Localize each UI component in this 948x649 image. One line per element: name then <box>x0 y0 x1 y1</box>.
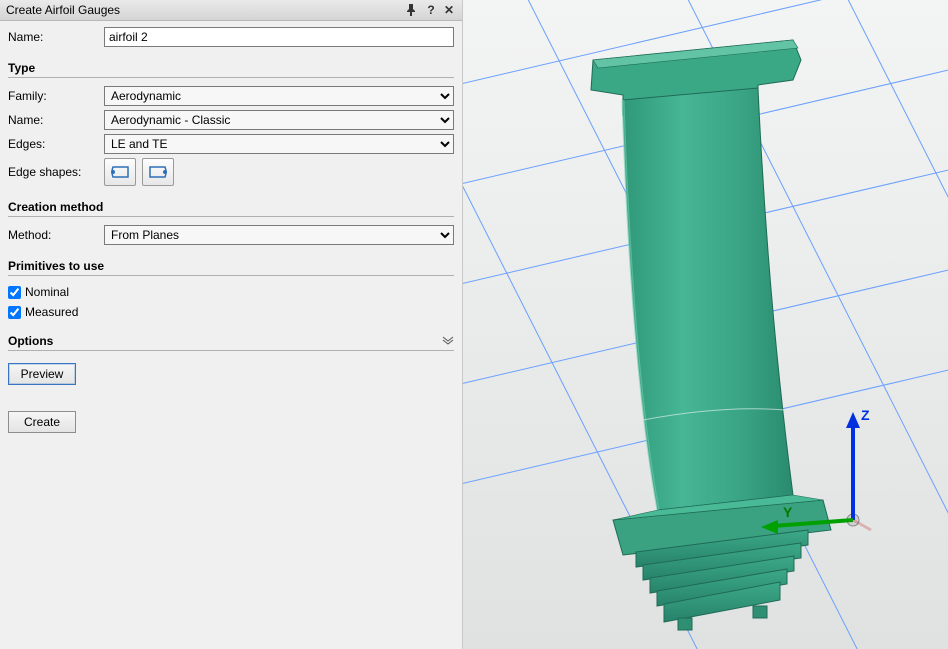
preview-row: Preview <box>8 359 454 389</box>
dialog-panel: Create Airfoil Gauges ? ✕ Name: Type <box>0 0 463 649</box>
method-label: Method: <box>8 228 98 242</box>
name-row: Name: <box>8 27 454 47</box>
primitives-heading: Primitives to use <box>8 259 454 273</box>
type-name-label: Name: <box>8 113 98 127</box>
name-label: Name: <box>8 30 98 44</box>
close-icon[interactable]: ✕ <box>442 3 456 17</box>
dialog-footer: Create Close <box>8 405 454 433</box>
edges-row: Edges: LE and TE <box>8 134 454 154</box>
method-select[interactable]: From Planes <box>104 225 454 245</box>
family-select[interactable]: Aerodynamic <box>104 86 454 106</box>
3d-viewport[interactable]: Z Y <box>463 0 948 649</box>
titlebar-icons: ? ✕ <box>406 3 456 17</box>
type-name-select[interactable]: Aerodynamic - Classic <box>104 110 454 130</box>
axis-y-label: Y <box>783 504 793 520</box>
edge-shapes-label: Edge shapes: <box>8 165 98 179</box>
nominal-row: Nominal <box>8 284 454 300</box>
dialog-titlebar[interactable]: Create Airfoil Gauges ? ✕ <box>0 0 462 21</box>
family-label: Family: <box>8 89 98 103</box>
app-root: Create Airfoil Gauges ? ✕ Name: Type <box>0 0 948 649</box>
type-name-row: Name: Aerodynamic - Classic <box>8 110 454 130</box>
axis-z-label: Z <box>861 407 870 423</box>
creation-section-head: Creation method <box>8 196 454 217</box>
pin-icon[interactable] <box>406 4 420 16</box>
edges-select[interactable]: LE and TE <box>104 134 454 154</box>
measured-label: Measured <box>25 305 78 319</box>
nominal-checkbox[interactable] <box>8 286 21 299</box>
options-section-head[interactable]: Options <box>8 330 454 351</box>
method-row: Method: From Planes <box>8 225 454 245</box>
dialog-content: Name: Type Family: Aerodynamic Name: <box>0 21 462 441</box>
name-input[interactable] <box>104 27 454 47</box>
primitives-section-head: Primitives to use <box>8 255 454 276</box>
help-icon[interactable]: ? <box>424 3 438 17</box>
dialog-title: Create Airfoil Gauges <box>6 3 406 17</box>
edge-shape-le-button[interactable] <box>104 158 136 186</box>
preview-button[interactable]: Preview <box>8 363 76 385</box>
edges-label: Edges: <box>8 137 98 151</box>
chevron-down-icon[interactable] <box>440 334 454 348</box>
create-button[interactable]: Create <box>8 411 76 433</box>
measured-checkbox[interactable] <box>8 306 21 319</box>
type-heading: Type <box>8 61 454 75</box>
creation-heading: Creation method <box>8 200 454 214</box>
edge-shapes-row: Edge shapes: <box>8 158 454 186</box>
nominal-label: Nominal <box>25 285 69 299</box>
type-section-head: Type <box>8 57 454 78</box>
viewport-canvas: Z Y <box>463 0 948 649</box>
options-heading: Options <box>8 334 440 348</box>
family-row: Family: Aerodynamic <box>8 86 454 106</box>
edge-shape-te-button[interactable] <box>142 158 174 186</box>
measured-row: Measured <box>8 304 454 320</box>
airfoil-model <box>591 40 831 630</box>
